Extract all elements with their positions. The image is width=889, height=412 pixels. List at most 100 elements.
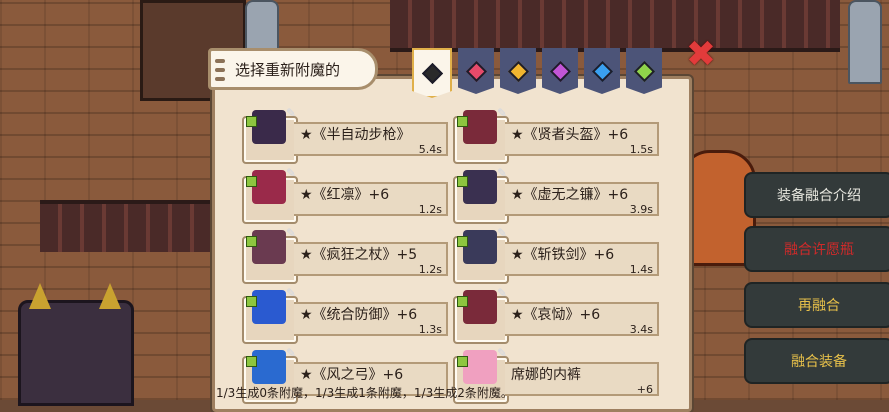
item-cooldown: 1.2s — [418, 203, 442, 216]
gem-icon — [633, 60, 655, 82]
item-name: ★《哀恸》+6 — [511, 307, 601, 323]
item-name: 席娜的内裤 — [511, 367, 581, 383]
equipment-item[interactable]: ✎ ★《斩铁剑》+6 1.4s — [453, 226, 661, 284]
filter-tabs — [412, 48, 662, 98]
level-marker-icon — [246, 296, 257, 307]
item-cooldown: 1.4s — [629, 263, 653, 276]
level-marker-icon — [246, 236, 257, 247]
filter-tab[interactable] — [458, 48, 494, 94]
item-cooldown: 3.9s — [629, 203, 653, 216]
item-icon-slot: ✎ — [242, 166, 298, 224]
level-marker-icon — [246, 116, 257, 127]
equipment-item[interactable]: ✎ ★《红凛》+6 1.2s — [242, 166, 450, 224]
scythe-icon — [463, 170, 497, 204]
binder-ring — [215, 59, 225, 63]
level-marker-icon — [246, 176, 257, 187]
player-character — [18, 283, 134, 406]
refuse-button[interactable]: 再融合 — [744, 282, 889, 328]
item-name: ★《斩铁剑》+6 — [511, 247, 615, 263]
level-marker-icon — [246, 356, 257, 367]
enchant-feather-icon: ✎ — [497, 166, 508, 180]
enchant-feather-icon: ✎ — [497, 106, 508, 120]
fuse-equip-button[interactable]: 融合装备 — [744, 338, 889, 384]
item-cooldown: 1.3s — [418, 323, 442, 336]
item-info: ★《红凛》+6 1.2s — [294, 182, 448, 216]
pillar — [848, 0, 882, 84]
rifle-icon — [252, 110, 286, 144]
equipment-item[interactable]: ✎ ★《疯狂之杖》+5 1.2s — [242, 226, 450, 284]
item-name: ★《半自动步枪》 — [300, 127, 411, 143]
level-marker-icon — [457, 176, 468, 187]
enchant-feather-icon: ✎ — [286, 106, 297, 120]
enchant-feather-icon: ✎ — [286, 166, 297, 180]
item-info: ★《贤者头盔》+6 1.5s — [505, 122, 659, 156]
filter-tab[interactable] — [584, 48, 620, 94]
item-name: ★《红凛》+6 — [300, 187, 390, 203]
binder-ring — [215, 68, 225, 72]
gem-icon — [507, 60, 529, 82]
item-info: ★《虚无之镰》+6 3.9s — [505, 182, 659, 216]
dialog-title: 选择重新附魔的 — [208, 48, 378, 90]
item-cooldown: 3.4s — [629, 323, 653, 336]
item-name: ★《风之弓》+6 — [300, 367, 404, 383]
item-name: ★《贤者头盔》+6 — [511, 127, 629, 143]
item-name: ★《统合防御》+6 — [300, 307, 418, 323]
enchant-feather-icon: ✎ — [497, 286, 508, 300]
close-button[interactable]: ✖ — [684, 37, 718, 73]
item-info: ★《统合防御》+6 1.3s — [294, 302, 448, 336]
equipment-item[interactable]: ✎ ★《统合防御》+6 1.3s — [242, 286, 450, 344]
enchant-feather-icon: ✎ — [286, 346, 297, 360]
item-info: ★《半自动步枪》 5.4s — [294, 122, 448, 156]
item-icon-slot: ✎ — [242, 106, 298, 164]
level-marker-icon — [457, 116, 468, 127]
item-icon-slot: ✎ — [453, 166, 509, 224]
item-cooldown: +6 — [636, 383, 653, 396]
gem-icon — [421, 62, 443, 84]
helmet-icon — [463, 110, 497, 144]
item-info: ★《疯狂之杖》+5 1.2s — [294, 242, 448, 276]
fusion-wish-button[interactable]: 融合许愿瓶 — [744, 226, 889, 272]
item-cooldown: 1.5s — [629, 143, 653, 156]
wall-mid — [40, 200, 225, 252]
level-marker-icon — [457, 236, 468, 247]
red-hat-icon — [252, 170, 286, 204]
item-info: 席娜的内裤 +6 — [505, 362, 659, 396]
item-name: ★《虚无之镰》+6 — [511, 187, 629, 203]
filter-tab[interactable] — [500, 48, 536, 94]
equipment-item[interactable]: ✎ ★《半自动步枪》 5.4s — [242, 106, 450, 164]
binder-ring — [215, 77, 225, 81]
filter-tab[interactable] — [412, 48, 452, 98]
dialog-title-text: 选择重新附魔的 — [235, 60, 341, 79]
item-info: ★《斩铁剑》+6 1.4s — [505, 242, 659, 276]
item-name: ★《疯狂之杖》+5 — [300, 247, 418, 263]
equipment-item[interactable]: ✎ ★《虚无之镰》+6 3.9s — [453, 166, 661, 224]
staff-icon — [252, 230, 286, 264]
underwear-icon — [463, 350, 497, 384]
enchant-feather-icon: ✎ — [286, 286, 297, 300]
item-icon-slot: ✎ — [242, 226, 298, 284]
fusion-intro-button[interactable]: 装备融合介绍 — [744, 172, 889, 218]
item-icon-slot: ✎ — [453, 106, 509, 164]
gem-icon — [465, 60, 487, 82]
enchant-rule-text: 1/3生成0条附魔，1/3生成1条附魔，1/3生成2条附魔。 — [216, 386, 513, 400]
item-info: ★《哀恸》+6 3.4s — [505, 302, 659, 336]
enchant-feather-icon: ✎ — [497, 346, 508, 360]
filter-tab[interactable] — [542, 48, 578, 94]
equipment-item[interactable]: ✎ ★《哀恸》+6 3.4s — [453, 286, 661, 344]
bow-icon — [252, 350, 286, 384]
level-marker-icon — [457, 296, 468, 307]
enchant-feather-icon: ✎ — [497, 226, 508, 240]
item-icon-slot: ✎ — [453, 286, 509, 344]
item-cooldown: 1.2s — [418, 263, 442, 276]
enchant-feather-icon: ✎ — [286, 226, 297, 240]
gem-icon — [591, 60, 613, 82]
shield-gem-icon — [252, 290, 286, 324]
sword-icon — [463, 230, 497, 264]
equipment-item[interactable]: ✎ ★《贤者头盔》+6 1.5s — [453, 106, 661, 164]
item-icon-slot: ✎ — [453, 226, 509, 284]
item-icon-slot: ✎ — [242, 286, 298, 344]
level-marker-icon — [457, 356, 468, 367]
item-cooldown: 5.4s — [418, 143, 442, 156]
filter-tab[interactable] — [626, 48, 662, 94]
blade-icon — [463, 290, 497, 324]
